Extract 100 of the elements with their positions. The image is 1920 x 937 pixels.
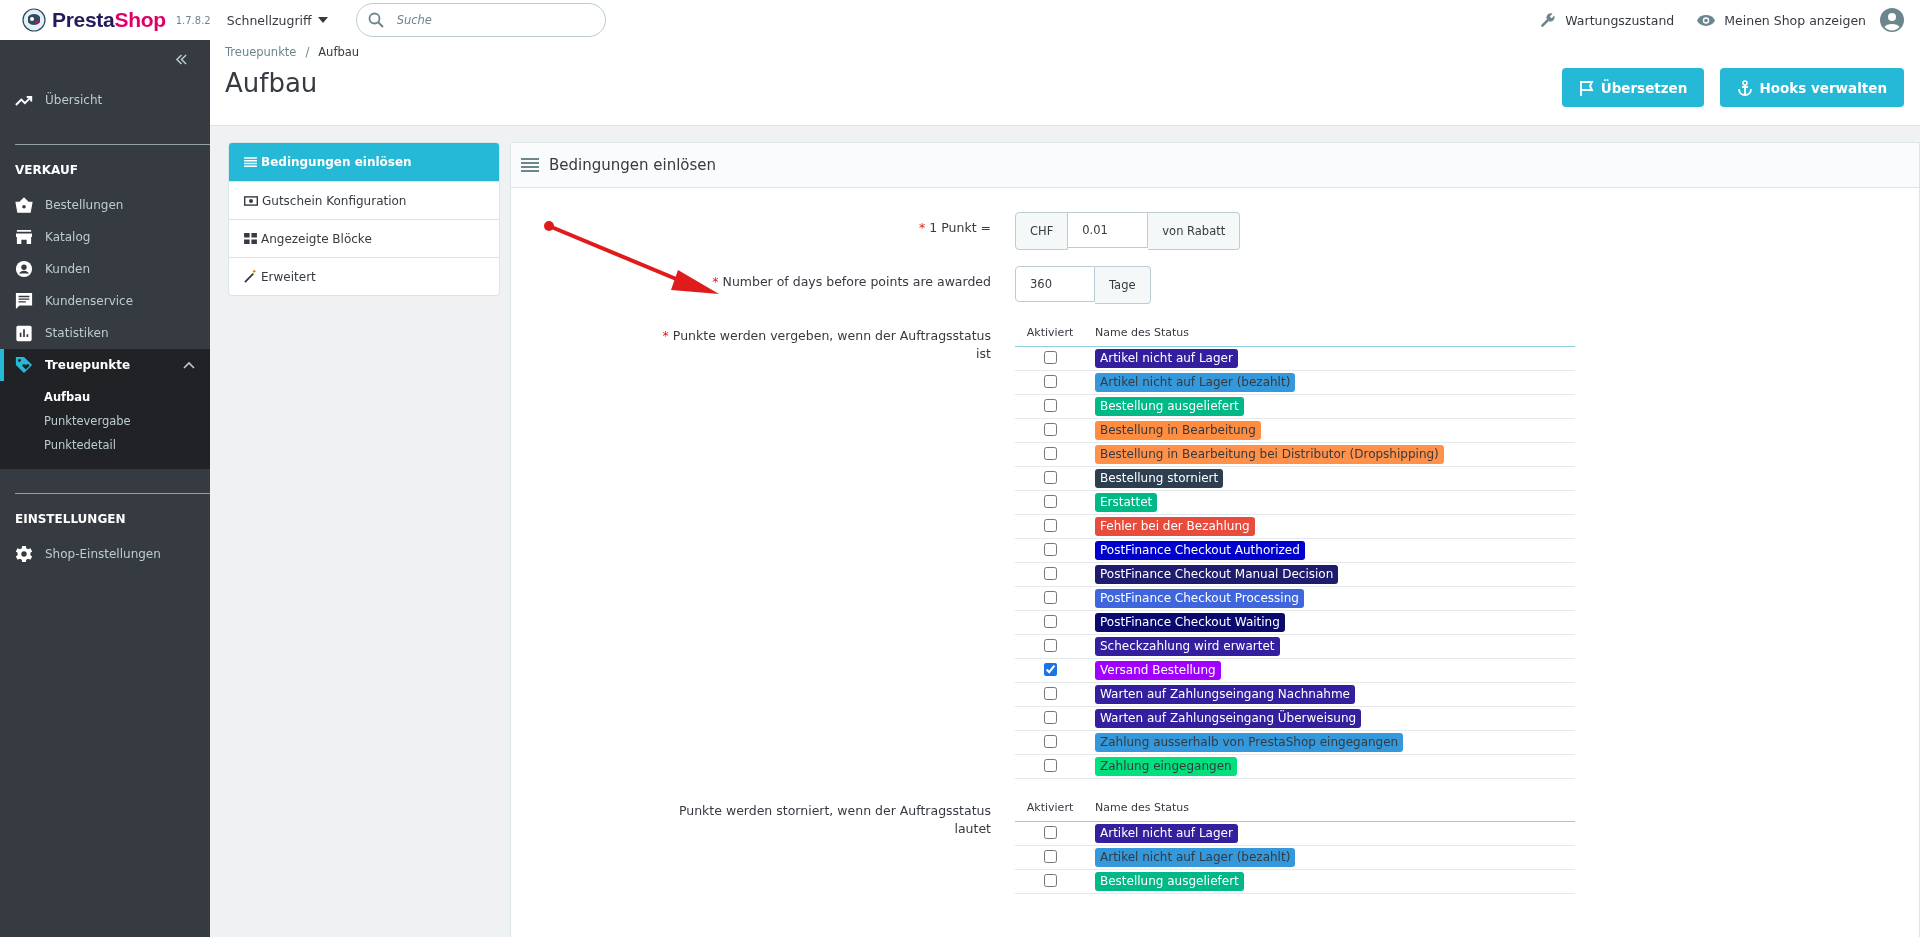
basket-icon	[15, 197, 33, 213]
points-value-input[interactable]: 0.01	[1068, 212, 1149, 248]
status-checkbox[interactable]	[1043, 518, 1057, 532]
status-label: Artikel nicht auf Lager	[1095, 349, 1238, 368]
status-checkbox[interactable]	[1043, 734, 1057, 748]
status-checkbox[interactable]	[1043, 662, 1057, 676]
unit-addon: Tage	[1095, 266, 1151, 304]
status-label: Erstattet	[1095, 493, 1158, 512]
status-label: Zahlung ausserhalb von PrestaShop eingegangen	[1095, 733, 1404, 752]
search-field[interactable]: Suche	[355, 3, 606, 37]
page-title: Aufbau	[225, 68, 319, 98]
status-label: Versand Bestellung	[1095, 661, 1221, 680]
status-checkbox[interactable]	[1043, 422, 1057, 436]
status-checkbox[interactable]	[1043, 825, 1057, 839]
puffin-logo-icon	[22, 8, 46, 32]
sidebar-item[interactable]: Shop-Einstellungen	[0, 538, 210, 570]
sidebar-heading: EINSTELLUNGEN	[14, 511, 127, 528]
collapse-icon[interactable]	[175, 54, 188, 65]
logo-text[interactable]: PrestaShop	[52, 8, 166, 32]
chat-icon	[15, 292, 33, 310]
column-header: Aktiviert	[1015, 793, 1085, 822]
sidebar-subitem[interactable]: Punktedetail	[0, 433, 210, 457]
sidebar-item[interactable]: Bestellungen	[0, 189, 210, 221]
field-label: * Punkte werden vergeben, wenn der Auftragsstatus ist	[661, 327, 991, 363]
sidebar-item[interactable]: Übersicht	[0, 80, 210, 120]
breadcrumb-separator: /	[305, 45, 310, 59]
flag-icon	[1578, 79, 1595, 96]
status-label: PostFinance Checkout Processing	[1095, 589, 1304, 608]
eye-icon	[1696, 13, 1717, 27]
status-checkbox[interactable]	[1043, 446, 1057, 460]
maintenance-link[interactable]: Wartungszustand	[1539, 11, 1675, 29]
sidebar-item[interactable]: Kunden	[0, 253, 210, 285]
breadcrumb-link[interactable]: Treuepunkte	[225, 45, 297, 59]
status-label: Artikel nicht auf Lager (bezahlt)	[1095, 373, 1296, 392]
status-label: PostFinance Checkout Authorized	[1095, 541, 1305, 560]
status-checkbox[interactable]	[1043, 350, 1057, 364]
status-label: Scheckzahlung wird erwartet	[1095, 637, 1280, 656]
breadcrumb-link[interactable]: Aufbau	[318, 45, 360, 59]
sidebar-item[interactable]: Katalog	[0, 221, 210, 253]
status-label: Bestellung storniert	[1095, 469, 1224, 488]
sidebar-subitem[interactable]: Aufbau	[0, 385, 210, 409]
status-label: Bestellung ausgeliefert	[1095, 397, 1244, 416]
status-checkbox[interactable]	[1043, 758, 1057, 772]
unit-addon: von Rabatt	[1148, 212, 1241, 250]
config-tab[interactable]: Angezeigte Blöcke	[229, 219, 499, 257]
quick-access-dropdown[interactable]: Schnellzugriff	[226, 12, 328, 28]
status-label: Warten auf Zahlungseingang Überweisung	[1095, 709, 1362, 728]
anchor-icon	[1737, 79, 1754, 96]
sidebar-heading: VERKAUF	[14, 162, 79, 179]
panel-title: Bedingungen einlösen	[549, 156, 717, 174]
list-icon	[244, 156, 257, 168]
config-tab[interactable]: Erweitert	[229, 257, 499, 295]
status-label: Bestellung in Bearbeitung	[1095, 421, 1261, 440]
view-shop-link[interactable]: Meinen Shop anzeigen	[1696, 12, 1866, 28]
status-checkbox[interactable]	[1043, 710, 1057, 724]
user-avatar-icon[interactable]	[1880, 8, 1904, 32]
list-icon	[521, 158, 539, 172]
status-label: Artikel nicht auf Lager	[1095, 824, 1238, 843]
status-label: Warten auf Zahlungseingang Nachnahme	[1095, 685, 1355, 704]
field-label: * Number of days before points are awarded	[711, 273, 991, 291]
field-label: * 1 Punkt =	[918, 219, 991, 237]
column-header: Name des Status	[1085, 793, 1575, 822]
status-label: Bestellung ausgeliefert	[1095, 872, 1244, 891]
status-checkbox[interactable]	[1043, 542, 1057, 556]
trend-up-icon	[15, 94, 33, 106]
bar-chart-icon	[15, 324, 33, 342]
field-label: Punkte werden storniert, wenn der Auftragsstatus lautet	[677, 802, 991, 838]
settings-icon	[15, 545, 33, 563]
status-checkbox[interactable]	[1043, 873, 1057, 887]
status-checkbox[interactable]	[1043, 470, 1057, 484]
status-checkbox[interactable]	[1043, 398, 1057, 412]
status-checkbox[interactable]	[1043, 590, 1057, 604]
status-checkbox[interactable]	[1043, 374, 1057, 388]
magic-wand-icon	[244, 270, 257, 283]
sidebar-item[interactable]: Kundenservice	[0, 285, 210, 317]
grid-icon	[244, 233, 257, 244]
status-checkbox[interactable]	[1043, 566, 1057, 580]
status-checkbox[interactable]	[1043, 849, 1057, 863]
status-label: Fehler bei der Bezahlung	[1095, 517, 1255, 536]
days-input[interactable]: 360	[1015, 266, 1095, 302]
currency-addon: CHF	[1015, 212, 1069, 250]
status-label: Zahlung eingegangen	[1095, 757, 1237, 776]
column-header: Name des Status	[1085, 318, 1575, 347]
user-circle-icon	[15, 260, 33, 278]
status-label: Artikel nicht auf Lager (bezahlt)	[1095, 848, 1296, 867]
config-tab[interactable]: Gutschein Konfiguration	[229, 181, 499, 219]
status-checkbox[interactable]	[1043, 686, 1057, 700]
status-label: PostFinance Checkout Waiting	[1095, 613, 1285, 632]
store-icon	[15, 229, 33, 245]
version-label: 1.7.8.2	[175, 14, 211, 26]
status-label: PostFinance Checkout Manual Decision	[1095, 565, 1339, 584]
sidebar-subitem[interactable]: Punktevergabe	[0, 409, 210, 433]
status-checkbox[interactable]	[1043, 494, 1057, 508]
sidebar-item[interactable]: Statistiken	[0, 317, 210, 349]
status-checkbox[interactable]	[1043, 638, 1057, 652]
status-label: Bestellung in Bearbeitung bei Distributor (Dropshipping)	[1095, 445, 1444, 464]
wrench-icon	[1539, 11, 1558, 29]
status-checkbox[interactable]	[1043, 614, 1057, 628]
column-header: Aktiviert	[1015, 318, 1085, 347]
caret-icon	[317, 17, 328, 23]
